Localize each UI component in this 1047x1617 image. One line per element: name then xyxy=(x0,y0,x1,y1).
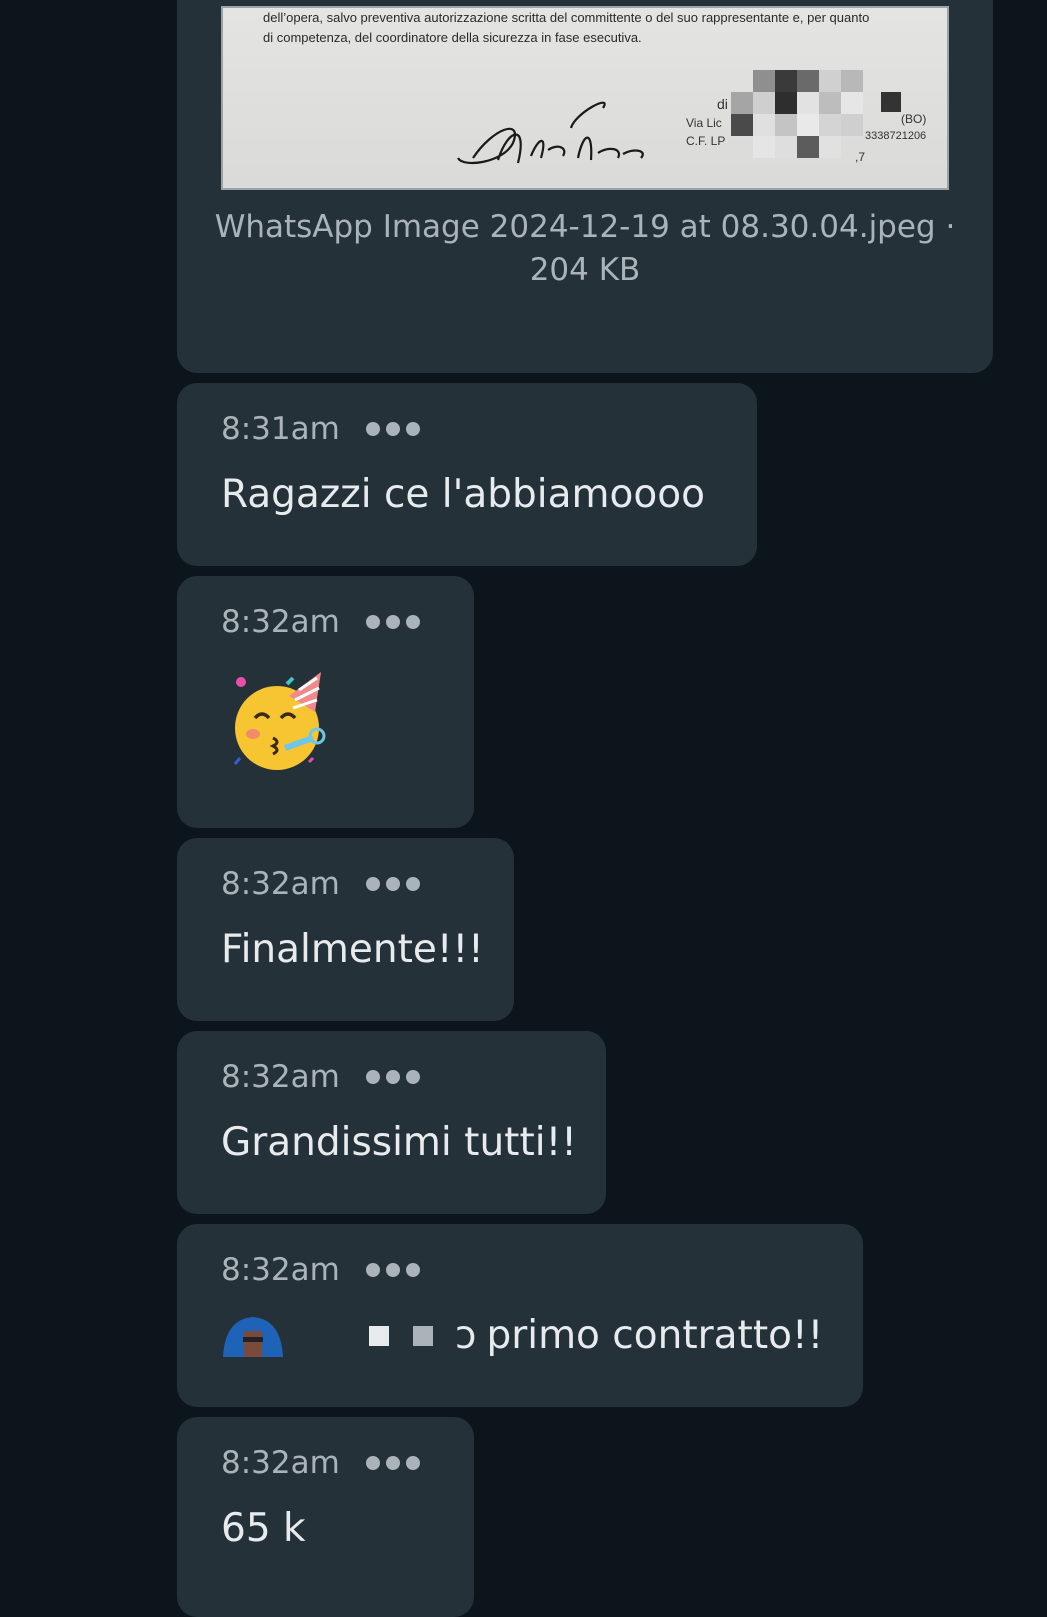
document-text-line: dell’opera, salvo preventiva autorizzazi… xyxy=(263,10,870,25)
attachment-filesize: 204 KB xyxy=(529,252,641,288)
message-bubble[interactable]: 8:32am Finalmente!!! xyxy=(177,838,514,1021)
stamp-text: di xyxy=(717,96,728,112)
stamp-text: (BO) xyxy=(901,112,927,126)
message-timestamp: 8:32am xyxy=(221,1059,340,1095)
more-options-icon[interactable] xyxy=(365,1456,420,1470)
message-timestamp: 8:31am xyxy=(221,411,340,447)
more-options-icon[interactable] xyxy=(365,877,420,891)
attachment-caption: WhatsApp Image 2024-12-19 at 08.30.04.jp… xyxy=(177,206,993,292)
message-text: Ragazzi ce l'abbiamoooo xyxy=(221,472,705,517)
message-timestamp: 8:32am xyxy=(221,1252,340,1288)
document-text-line: di competenza, del coordinatore della si… xyxy=(263,30,642,45)
person-avatar-icon xyxy=(223,1317,283,1357)
message-timestamp: 8:32am xyxy=(221,604,340,640)
redaction-block xyxy=(369,1326,389,1346)
message-timestamp: 8:32am xyxy=(221,1445,340,1481)
message-text: Finalmente!!! xyxy=(221,927,484,972)
partying-face-emoji-icon xyxy=(233,672,326,770)
message-timestamp: 8:32am xyxy=(221,866,340,902)
more-options-icon[interactable] xyxy=(365,422,420,436)
message-text: 65 k xyxy=(221,1506,306,1551)
stamp-text: Via Lic xyxy=(686,116,722,130)
message-text-redacted: ɔ primo contratto!! xyxy=(219,1312,823,1360)
attached-document-image[interactable]: dell’opera, salvo preventiva autorizzazi… xyxy=(221,6,949,190)
message-bubble[interactable]: 8:31am Ragazzi ce l'abbiamoooo xyxy=(177,383,757,566)
more-options-icon[interactable] xyxy=(365,1070,420,1084)
message-text: Grandissimi tutti!! xyxy=(221,1120,577,1165)
stamp-text: ,7 xyxy=(855,150,866,164)
handwritten-signature xyxy=(457,101,644,165)
more-options-icon[interactable] xyxy=(365,615,420,629)
redaction-block xyxy=(413,1326,433,1346)
message-bubble[interactable]: 8:32am ɔ primo contratto!! xyxy=(177,1224,863,1407)
more-options-icon[interactable] xyxy=(365,1263,420,1277)
message-text: primo contratto!! xyxy=(486,1313,824,1358)
stamp-text: 3338721206 xyxy=(865,130,927,142)
image-message-bubble[interactable]: dell’opera, salvo preventiva autorizzazi… xyxy=(177,0,993,373)
message-bubble[interactable]: 8:32am Grandissimi tutti!! xyxy=(177,1031,606,1214)
attachment-filename: WhatsApp Image 2024-12-19 at 08.30.04.jp… xyxy=(214,209,956,245)
stamp-text: C.F. LP xyxy=(686,134,726,148)
message-bubble[interactable]: 8:32am xyxy=(177,576,474,828)
message-bubble[interactable]: 8:32am 65 k xyxy=(177,1417,474,1617)
message-text-fragment: ɔ xyxy=(455,1313,477,1358)
